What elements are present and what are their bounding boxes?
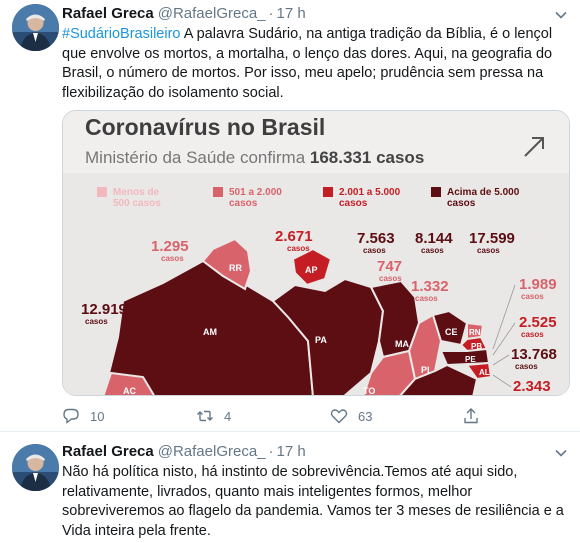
reply-button[interactable]: 10 (62, 404, 104, 428)
media-subtitle: Ministério da Saúde confirma 168.331 cas… (85, 148, 424, 167)
author-name[interactable]: Rafael Greca (62, 443, 154, 460)
tweet[interactable]: Rafael Greca @RafaelGreca_ · 17 h Não há po… (0, 432, 580, 543)
count-unit: casos (85, 317, 108, 326)
count-label: 1.332 (411, 278, 449, 295)
hashtag-link[interactable]: #SudárioBrasileiro (62, 26, 180, 42)
chevron-down-icon[interactable] (554, 446, 568, 460)
retweet-icon (197, 410, 213, 422)
author-handle[interactable]: @RafaelGreca_ (158, 5, 266, 22)
count-label: 2.525 (519, 314, 557, 331)
retweet-count: 4 (224, 408, 232, 424)
count-label: 13.768 (511, 346, 557, 363)
tweet-image[interactable]: Coronavírus no Brasil Ministério da Saúd… (62, 110, 570, 396)
timestamp[interactable]: 17 h (277, 5, 306, 22)
share-button[interactable] (462, 404, 490, 428)
count-unit: casos (287, 244, 310, 253)
count-label: 7.563 (357, 230, 395, 247)
state-label: AL (479, 368, 490, 377)
state-label: RR (229, 263, 242, 273)
count-label: 17.599 (469, 230, 515, 247)
state-label: PB (471, 342, 482, 351)
avatar[interactable] (12, 444, 59, 491)
retweet-button[interactable]: 4 (196, 404, 231, 428)
legend-label: Menos de (113, 187, 160, 198)
count-label: 2.343 (513, 378, 551, 395)
author-handle[interactable]: @RafaelGreca_ (158, 443, 266, 460)
share-icon (464, 408, 478, 424)
like-count: 63 (358, 408, 373, 424)
count-unit: casos (363, 246, 386, 255)
avatar[interactable] (12, 4, 59, 51)
count-label: 8.144 (415, 230, 453, 247)
separator-dot: · (268, 443, 274, 460)
legend-label: 500 casos (113, 198, 161, 209)
reply-count: 10 (90, 408, 105, 424)
legend-label: casos (229, 198, 258, 209)
tweet-text: Não há política nisto, há instinto de so… (62, 464, 564, 539)
count-label: 747 (377, 258, 402, 275)
legend-label: 501 a 2.000 (229, 187, 282, 198)
count-label: 2.671 (275, 228, 313, 245)
count-unit: casos (415, 294, 438, 303)
chevron-down-icon[interactable] (554, 8, 568, 22)
count-unit: casos (477, 246, 500, 255)
state-label: AM (203, 327, 217, 337)
count-unit: casos (521, 330, 544, 339)
state-label: TO (363, 386, 375, 396)
state-label: CE (445, 327, 458, 337)
count-label: 12.919 (81, 301, 127, 318)
count-unit: casos (421, 246, 444, 255)
state-label: RN (469, 328, 481, 337)
state-label: MA (395, 339, 409, 349)
state-label: PA (315, 335, 327, 345)
tweet-text: #SudárioBrasileiro A palavra Sudário, na… (62, 25, 570, 103)
count-label: 1.989 (519, 276, 557, 293)
media-title: Coronavírus no Brasil (85, 114, 325, 140)
reply-icon (63, 408, 79, 424)
state-label: PE (465, 355, 476, 364)
count-label: 1.295 (151, 238, 189, 255)
legend-label: Acima de 5.000 (447, 187, 520, 198)
heart-icon (330, 409, 348, 424)
separator-dot: · (268, 5, 274, 22)
tweet[interactable]: Rafael Greca @RafaelGreca_ · 17 h #SudárioB… (0, 0, 580, 432)
like-button[interactable]: 63 (330, 404, 372, 428)
count-unit: casos (161, 254, 184, 263)
tweet-actions: 10 4 63 (62, 404, 562, 428)
state-label: AP (305, 265, 318, 275)
state-label: AC (123, 386, 136, 396)
legend-label: 2.001 a 5.000 (339, 187, 401, 198)
count-unit: casos (379, 274, 402, 283)
count-unit: casos (521, 292, 544, 301)
legend-label: casos (339, 198, 368, 209)
count-unit: casos (515, 362, 538, 371)
author-name[interactable]: Rafael Greca (62, 5, 154, 22)
timestamp[interactable]: 17 h (277, 443, 306, 460)
legend-label: casos (447, 198, 476, 209)
state-label: PI (421, 365, 430, 375)
